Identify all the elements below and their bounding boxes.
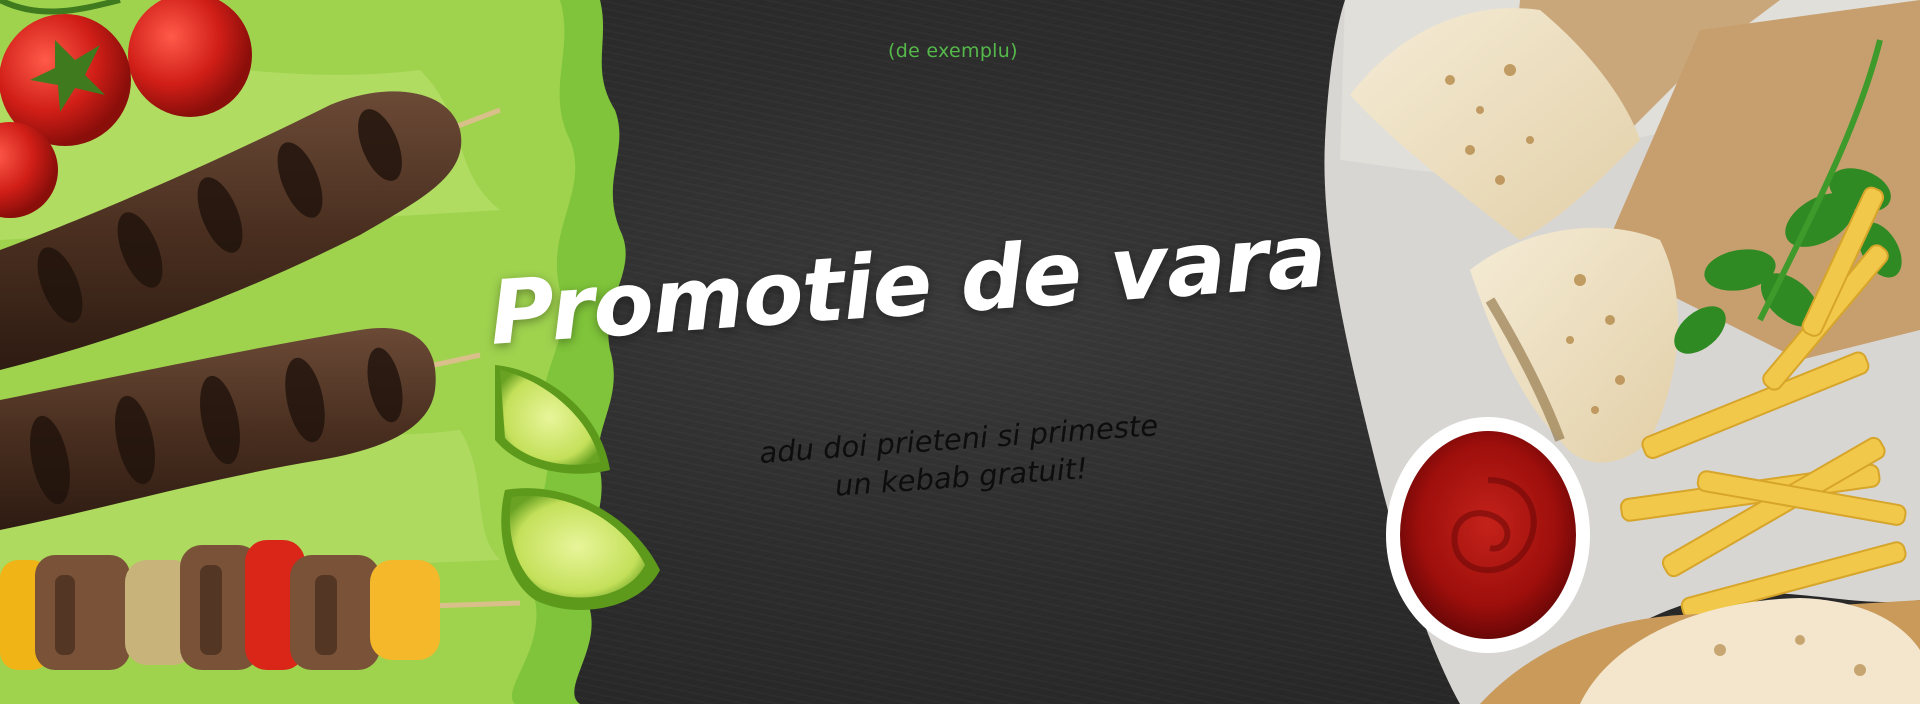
example-note: (de exemplu) [888, 40, 1018, 62]
promo-banner: (de exemplu) Promotie de vara adu doi pr… [0, 0, 1920, 704]
burritos-ketchup-fries-image [1324, 0, 1920, 704]
